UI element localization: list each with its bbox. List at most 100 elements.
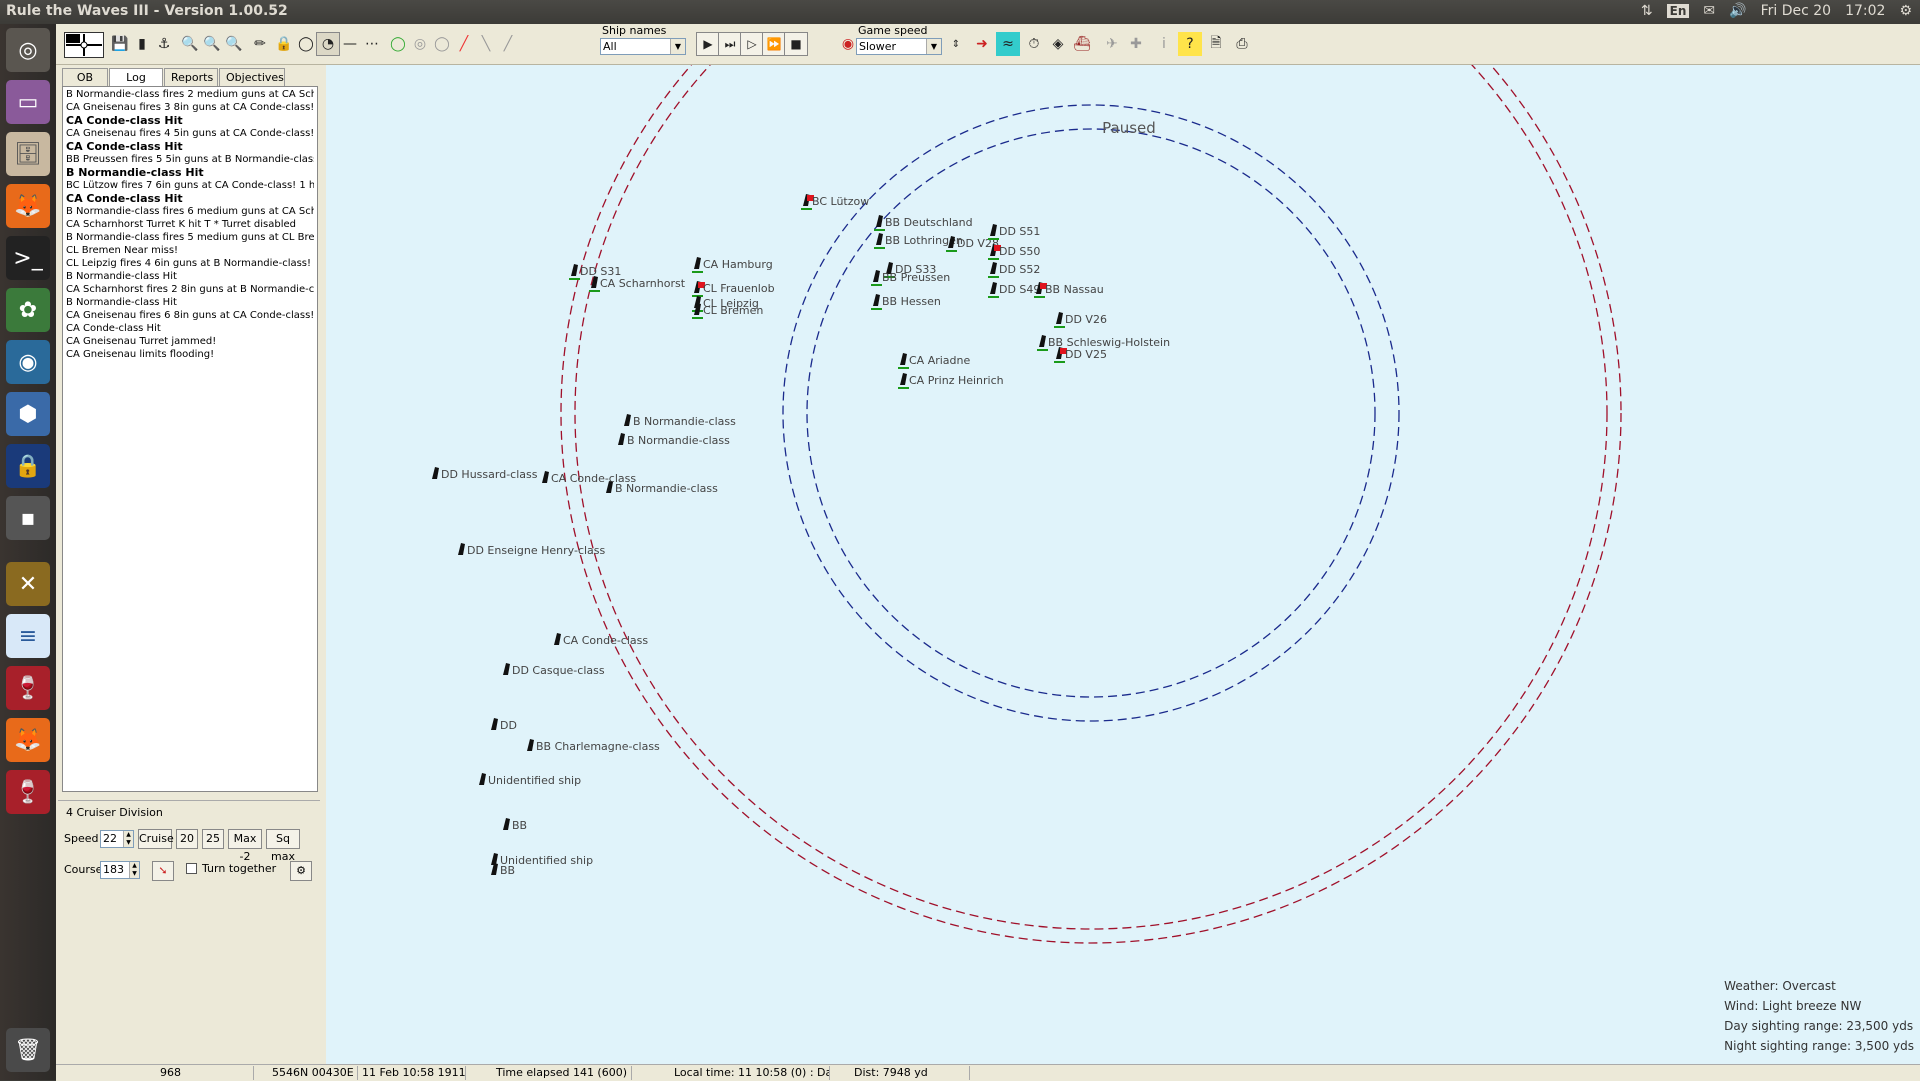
ship-label[interactable]: B Normandie-class (615, 482, 718, 495)
help-icon[interactable]: ? (1178, 32, 1202, 56)
speed-25-button[interactable]: 25 (202, 829, 224, 849)
log-list[interactable]: B Normandie-class fires 2 medium guns at… (62, 86, 318, 792)
ship-marker[interactable] (873, 294, 880, 306)
volume-icon[interactable]: 🔊 (1729, 3, 1746, 19)
ship-marker[interactable] (491, 718, 498, 730)
grey-line-icon[interactable]: ╲ (474, 32, 498, 56)
brush-icon[interactable]: ╱ (496, 32, 520, 56)
max-minus-2-button[interactable]: Max -2 (228, 829, 262, 863)
ship-marker[interactable] (1039, 335, 1046, 347)
ship-label[interactable]: BC Lützow (812, 195, 869, 208)
ship-marker[interactable] (624, 414, 631, 426)
ship-label[interactable]: B Normandie-class (627, 434, 730, 447)
ship-label[interactable]: DD Casque-class (512, 664, 605, 677)
virtualbox-icon[interactable]: ⬢ (6, 392, 50, 436)
terminal-icon[interactable]: >_ (6, 236, 50, 280)
date-label[interactable]: Fri Dec 20 (1761, 3, 1832, 19)
settings-small-button[interactable]: ⚙ (290, 861, 312, 881)
ship-label[interactable]: BB Charlemagne-class (536, 740, 660, 753)
ship-marker[interactable] (527, 739, 534, 751)
wine-icon[interactable]: 🍷 (6, 666, 50, 710)
ship-label[interactable]: DD S51 (999, 225, 1040, 238)
ship-marker[interactable] (432, 467, 439, 479)
save-icon[interactable]: 💾 (108, 32, 132, 56)
ship-marker[interactable] (900, 373, 907, 385)
ship-label[interactable]: DD Enseigne Henry-class (467, 544, 606, 557)
ship-label[interactable]: CA Prinz Heinrich (909, 374, 1004, 387)
ship-marker[interactable] (990, 282, 997, 294)
ship-label[interactable]: CA Ariadne (909, 354, 971, 367)
turn-together-checkbox[interactable] (186, 863, 197, 874)
ship-label[interactable]: CL Frauenlob (703, 282, 775, 295)
trash-icon[interactable]: 🗑 (6, 1028, 50, 1072)
ship-marker[interactable] (1056, 312, 1063, 324)
zoom-in-icon[interactable]: 🔍 (178, 32, 202, 56)
fast-forward-icon[interactable]: ⏩ (762, 32, 786, 56)
app-window-icon[interactable]: ▭ (6, 80, 50, 124)
aircraft-icon[interactable]: ✈ (1100, 32, 1124, 56)
info-icon[interactable]: ⅰ (1152, 32, 1176, 56)
sea-view-icon[interactable]: ≈ (996, 32, 1020, 56)
ship-label[interactable]: DD S52 (999, 263, 1040, 276)
ship-silhouette-icon[interactable]: ⛴ (1070, 32, 1094, 56)
ship-label[interactable]: BB Deutschland (885, 216, 973, 229)
mail-icon[interactable]: ✉ (1703, 3, 1715, 19)
ship-label[interactable]: DD V25 (1065, 348, 1107, 361)
clock-label[interactable]: 17:02 (1845, 3, 1885, 19)
red-arrow-icon[interactable]: ➜ (970, 32, 994, 56)
ship-marker[interactable] (618, 433, 625, 445)
ship-label[interactable]: DD S50 (999, 245, 1040, 258)
ellipsis-icon[interactable]: ⋯ (360, 32, 384, 56)
stopwatch-icon[interactable]: ⏱ (1022, 32, 1046, 56)
ship-marker[interactable] (554, 633, 561, 645)
firefox-secondary-icon[interactable]: 🦊 (6, 718, 50, 762)
ship-marker[interactable] (503, 818, 510, 830)
clock-circle-icon[interactable]: ◔ (316, 32, 340, 56)
keyboard-layout-indicator[interactable]: En (1666, 4, 1690, 18)
map-canvas[interactable]: Paused BC LützowBB DeutschlandBB Lothrin… (326, 65, 1920, 1064)
text-editor-icon[interactable]: ≡ (6, 614, 50, 658)
ship-label[interactable]: DD V26 (1065, 313, 1107, 326)
tab-log[interactable]: Log (109, 68, 163, 87)
dash-home-icon[interactable]: ◎ (6, 28, 50, 72)
window-switcher-icon[interactable]: ▪ (6, 496, 50, 540)
course-stepper[interactable]: 183 ▲ ▼ (100, 861, 140, 879)
ship-label[interactable]: BB (500, 864, 515, 877)
ship-label[interactable]: CL Bremen (703, 304, 763, 317)
ship-label[interactable]: B Normandie-class (633, 415, 736, 428)
settings-gear-icon[interactable]: ⚙ (1899, 3, 1912, 19)
updown-icon[interactable]: ▲ ▼ (129, 862, 139, 878)
lock-view-icon[interactable]: 🔒 (272, 32, 296, 56)
printer-icon[interactable]: ⎙ (1230, 32, 1254, 56)
ship-label[interactable]: CA Scharnhorst (600, 277, 686, 290)
tab-reports[interactable]: Reports (164, 68, 218, 87)
ship-label[interactable]: BB Nassau (1045, 283, 1104, 296)
zoom-out-icon[interactable]: 🔍 (200, 32, 224, 56)
target-circle-icon[interactable]: ◎ (408, 32, 432, 56)
grey-circle-icon[interactable]: ◯ (430, 32, 454, 56)
formation-icon[interactable]: ⚓ (152, 32, 176, 56)
eraser-icon[interactable]: ◈ (1046, 32, 1070, 56)
ship-marker[interactable] (542, 471, 549, 483)
ship-marker[interactable] (479, 773, 486, 785)
exit-door-icon[interactable]: ▮ (130, 32, 154, 56)
ship-marker[interactable] (873, 270, 880, 282)
ship-label[interactable]: Unidentified ship (488, 774, 581, 787)
squadron-max-button[interactable]: Sq max (266, 829, 300, 863)
ship-marker[interactable] (694, 257, 701, 269)
zoom-fit-icon[interactable]: 🔍 (222, 32, 246, 56)
ship-label[interactable]: BB Preussen (882, 271, 950, 284)
range-circle-icon[interactable]: ◯ (294, 32, 318, 56)
ship-label[interactable]: CA Conde-class (563, 634, 648, 647)
dosbox-icon[interactable]: ✕ (6, 562, 50, 606)
measure-icon[interactable]: ✏ (248, 32, 272, 56)
ship-label[interactable]: BB Hessen (882, 295, 941, 308)
line-icon[interactable]: — (338, 32, 362, 56)
play-icon[interactable]: ▶ (696, 32, 720, 56)
ship-label[interactable]: DD (500, 719, 517, 732)
ship-marker[interactable] (876, 233, 883, 245)
green-circle-icon[interactable]: ◯ (386, 32, 410, 56)
firefox-icon[interactable]: 🦊 (6, 184, 50, 228)
lock-icon[interactable]: 🔒 (6, 444, 50, 488)
add-plane-icon[interactable]: ✚ (1124, 32, 1148, 56)
